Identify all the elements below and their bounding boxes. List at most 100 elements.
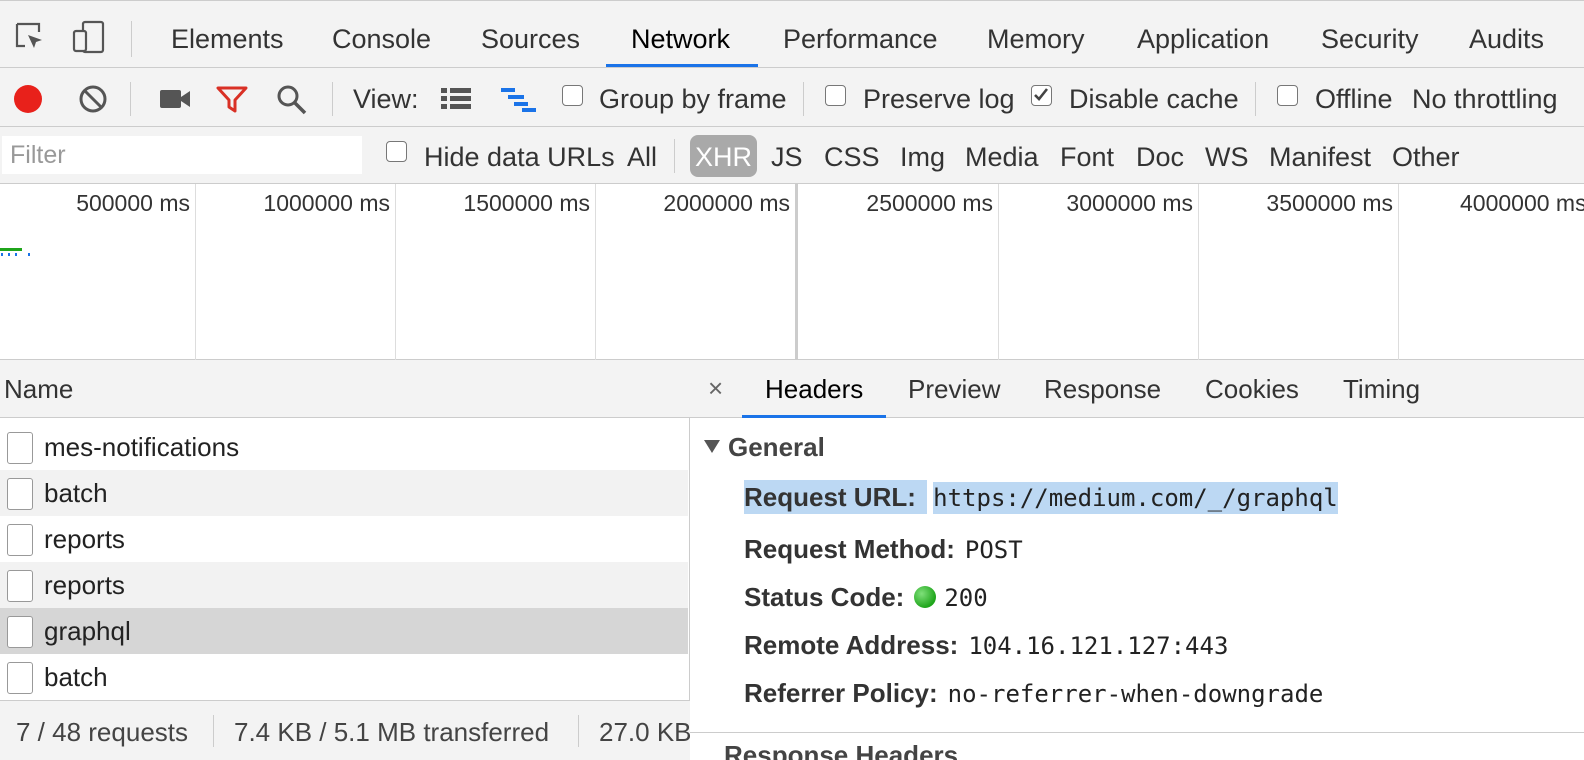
expand-triangle-icon	[704, 440, 720, 453]
overview-tick: 1000000 ms	[263, 190, 390, 216]
table-row-selected[interactable]: graphql	[0, 608, 688, 654]
file-icon	[7, 524, 33, 556]
table-row[interactable]: batch	[0, 470, 688, 516]
table-row[interactable]: reports	[0, 562, 688, 608]
type-filter-manifest[interactable]: Manifest	[1269, 127, 1371, 187]
overview-request-bars	[0, 248, 30, 256]
hide-data-urls-label: Hide data URLs	[424, 142, 615, 172]
overview-tick: 3000000 ms	[1066, 190, 1193, 216]
tab-console[interactable]: Console	[332, 1, 431, 69]
device-toolbar-icon[interactable]	[70, 19, 108, 55]
request-url-value[interactable]: https://medium.com/_/graphql	[933, 482, 1338, 514]
type-filter-font[interactable]: Font	[1060, 127, 1114, 187]
status-code-key: Status Code:	[744, 582, 905, 612]
file-icon	[7, 478, 33, 510]
disable-cache-label: Disable cache	[1069, 84, 1239, 114]
type-filter-all[interactable]: All	[627, 127, 657, 187]
referrer-policy-value[interactable]: no-referrer-when-downgrade	[948, 680, 1324, 708]
details-tabbar: × Headers Preview Response Cookies Timin…	[690, 360, 1584, 418]
filter-input[interactable]	[2, 136, 362, 174]
filter-icon[interactable]	[214, 82, 250, 116]
status-code-value[interactable]: 200	[944, 584, 987, 612]
throttling-select[interactable]: No throttling	[1412, 68, 1558, 130]
capture-screenshots-icon[interactable]	[157, 84, 193, 114]
tab-audits[interactable]: Audits	[1469, 1, 1544, 69]
preserve-log-label: Preserve log	[863, 84, 1015, 114]
file-icon	[7, 570, 33, 602]
offline-label: Offline	[1315, 84, 1393, 114]
type-filter-img[interactable]: Img	[900, 127, 945, 187]
hide-data-urls-checkbox[interactable]	[386, 141, 407, 162]
remote-address-row: Remote Address: 104.16.121.127:443	[744, 630, 1228, 661]
request-method-value[interactable]: POST	[965, 536, 1023, 564]
tab-preview[interactable]: Preview	[908, 360, 1000, 418]
search-icon[interactable]	[274, 82, 310, 118]
general-section-header[interactable]: General	[704, 432, 825, 463]
devtools-tabbar: Elements Console Sources Network Perform…	[0, 0, 1584, 68]
tab-elements[interactable]: Elements	[171, 1, 284, 69]
request-name: mes-notifications	[44, 432, 240, 462]
clear-icon[interactable]	[76, 82, 110, 116]
type-filter-other[interactable]: Other	[1392, 127, 1460, 187]
large-rows-icon[interactable]	[439, 84, 473, 114]
request-name: graphql	[44, 616, 131, 646]
overview-tick: 3500000 ms	[1266, 190, 1393, 216]
request-url-row: Request URL: https://medium.com/_/graphq…	[744, 480, 1338, 514]
type-filter-js[interactable]: JS	[771, 127, 803, 187]
request-method-row: Request Method: POST	[744, 534, 1023, 565]
status-code-row: Status Code: 200	[744, 582, 988, 613]
network-toolbar: View: Group by frame Preserve log Disabl…	[0, 68, 1584, 127]
tab-headers[interactable]: Headers	[765, 360, 863, 418]
active-tab-indicator	[742, 415, 886, 418]
tab-memory[interactable]: Memory	[987, 1, 1085, 69]
close-icon[interactable]: ×	[708, 360, 723, 416]
filter-bar: Hide data URLs All XHR JS CSS Img Media …	[0, 127, 1584, 184]
remote-address-value[interactable]: 104.16.121.127:443	[968, 632, 1228, 660]
referrer-policy-key: Referrer Policy:	[744, 678, 938, 708]
preserve-log-checkbox[interactable]	[825, 85, 846, 106]
tab-application[interactable]: Application	[1137, 1, 1269, 69]
tab-response[interactable]: Response	[1044, 360, 1161, 418]
file-icon	[7, 662, 33, 694]
response-headers-section-header[interactable]: Response Headers	[724, 740, 958, 760]
resources-size: 27.0 KB	[599, 717, 690, 747]
record-icon[interactable]	[12, 82, 44, 116]
type-filter-ws[interactable]: WS	[1205, 127, 1249, 187]
tab-sources[interactable]: Sources	[481, 1, 580, 69]
table-row[interactable]: mes-notifications	[0, 424, 688, 470]
overview-waterfall-icon[interactable]	[499, 84, 539, 114]
type-filter-doc[interactable]: Doc	[1136, 127, 1184, 187]
offline-checkbox[interactable]	[1277, 85, 1298, 106]
tab-performance[interactable]: Performance	[783, 1, 938, 69]
active-tab-indicator	[606, 64, 758, 67]
disable-cache-checkbox[interactable]	[1031, 85, 1052, 106]
name-column-header[interactable]: Name	[0, 360, 690, 418]
type-filter-media[interactable]: Media	[965, 127, 1039, 187]
table-row[interactable]: reports	[0, 516, 688, 562]
table-row[interactable]: batch	[0, 654, 688, 700]
request-name: batch	[44, 478, 108, 508]
request-count: 7 / 48 requests	[16, 717, 188, 747]
file-icon	[7, 432, 33, 464]
tab-timing[interactable]: Timing	[1343, 360, 1420, 418]
tab-security[interactable]: Security	[1321, 1, 1419, 69]
request-method-key: Request Method:	[744, 534, 955, 564]
tab-cookies[interactable]: Cookies	[1205, 360, 1299, 418]
referrer-policy-row: Referrer Policy: no-referrer-when-downgra…	[744, 678, 1323, 709]
request-name: reports	[44, 524, 125, 554]
group-by-frame-label: Group by frame	[599, 84, 787, 114]
tab-network[interactable]: Network	[631, 1, 730, 69]
type-filter-xhr[interactable]: XHR	[690, 135, 757, 177]
transferred-size: 7.4 KB / 5.1 MB transferred	[234, 717, 550, 747]
inspect-element-icon[interactable]	[12, 19, 48, 55]
group-by-frame-checkbox[interactable]	[562, 85, 583, 106]
type-filter-css[interactable]: CSS	[824, 127, 880, 187]
request-url-key: Request URL:	[744, 482, 916, 512]
overview-tick: 2500000 ms	[866, 190, 993, 216]
view-label: View:	[353, 84, 419, 114]
network-overview[interactable]: 500000 ms 1000000 ms 1500000 ms 2000000 …	[0, 184, 1584, 360]
status-ok-icon	[914, 586, 937, 608]
remote-address-key: Remote Address:	[744, 630, 959, 660]
overview-tick: 500000 ms	[76, 190, 190, 216]
request-name: reports	[44, 570, 125, 600]
